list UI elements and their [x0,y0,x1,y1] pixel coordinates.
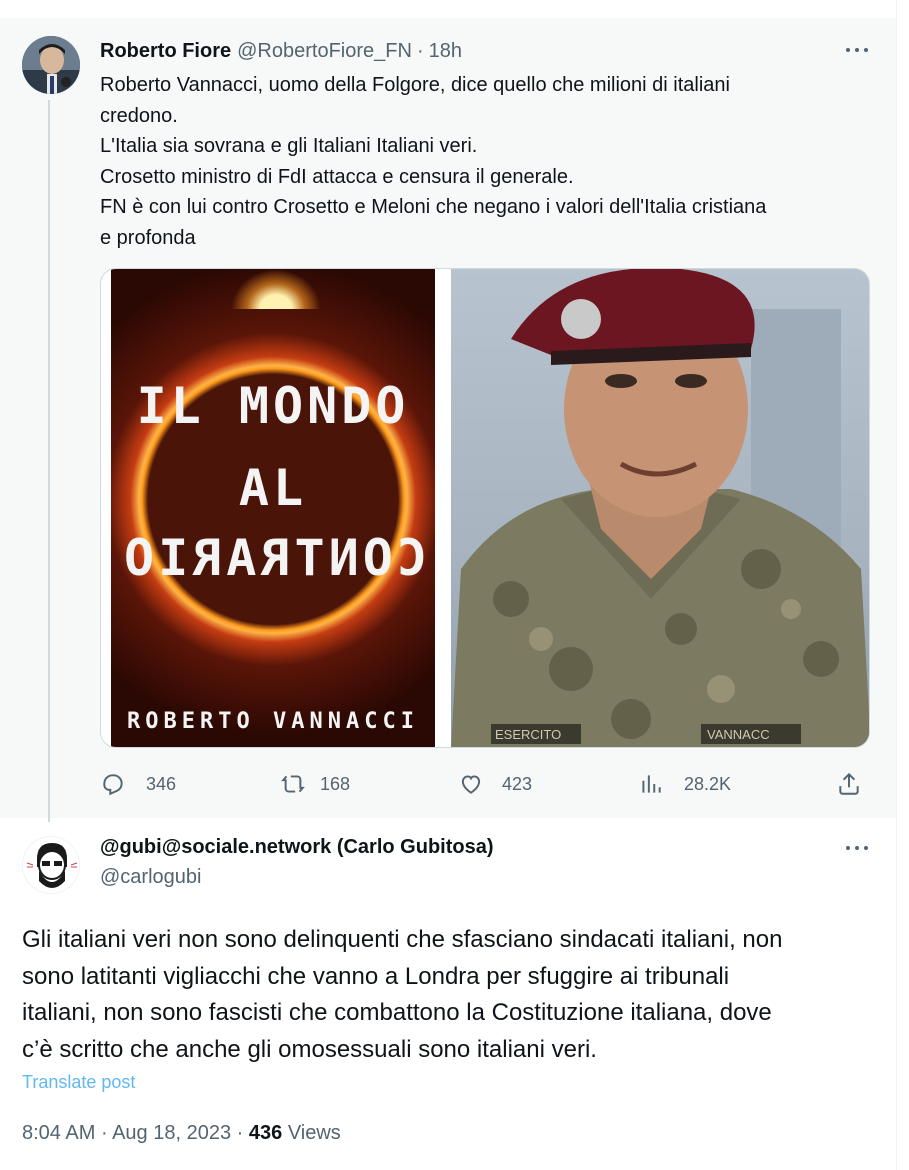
author-handle[interactable]: @carlogubi [100,866,201,889]
like-count: 423 [502,773,533,794]
post-time[interactable]: 8:04 AM [22,1122,95,1144]
book-title-line: CONTRARIO [111,529,435,587]
separator-dot: · [416,39,424,62]
patch-right-text: VANNACC [707,727,770,742]
text-line: sono latitanti vigliacchi che vanno a Lo… [22,962,730,990]
author-name[interactable]: Roberto Fiore [100,40,231,63]
text-line: L'Italia sia sovrana e gli Italiani Ital… [100,135,478,158]
parent-post-text: Roberto Vannacci, uomo della Folgore, di… [100,70,880,254]
book-author: ROBERTO VANNACCI [127,709,419,734]
text-line: e profonda [100,226,196,249]
text-line: FN è con lui contro Crosetto e Meloni ch… [100,196,767,219]
reply-count: 346 [146,773,177,794]
heart-icon [461,775,481,794]
views-count: 28.2K [684,773,732,794]
text-line: c’è scritto che anche gli omosessuali so… [22,1035,597,1063]
post-time[interactable]: 18h [429,40,462,63]
reply-icon [103,774,123,796]
analytics-icon [642,775,661,793]
book-title-line: AL [238,459,308,517]
text-line: Crosetto ministro di FdI attacca e censu… [100,165,574,188]
author-handle[interactable]: @RobertoFiore_FN [237,40,412,63]
text-line: credono. [100,104,178,127]
author-name[interactable]: @gubi@sociale.network (Carlo Gubitosa) [100,836,494,859]
repost-count: 168 [320,773,351,794]
page-right-border [896,0,897,1170]
post-media[interactable]: IL MONDO AL CONTRARIO ROBERTO VANNACCI E… [100,268,870,748]
views-button[interactable]: 28.2K [638,766,731,802]
book-cover-image[interactable]: IL MONDO AL CONTRARIO ROBERTO VANNACCI [111,269,435,747]
repost-icon [281,775,305,793]
general-photo[interactable]: ESERCITO VANNACC [451,269,869,747]
soldier-illustration: ESERCITO VANNACC [451,269,869,747]
translate-post-link[interactable]: Translate post [22,1072,135,1093]
post-metadata: 8:04 AM · Aug 18, 2023 · 436 Views [22,1122,341,1145]
thread-connector-line [48,100,50,822]
views-label: Views [287,1122,341,1144]
parent-post-header: Roberto Fiore @RobertoFiore_FN · 18h [100,38,462,64]
avatar-illustration [23,837,79,893]
like-button[interactable]: 423 [458,766,532,802]
media-divider [435,269,451,747]
post-date[interactable]: Aug 18, 2023 [112,1122,231,1144]
more-icon[interactable] [842,40,872,60]
book-title-line: IL MONDO [136,377,410,435]
separator-dot: · [100,1122,108,1144]
author-avatar[interactable] [22,36,80,94]
share-icon [839,772,859,795]
text-line: Roberto Vannacci, uomo della Folgore, di… [100,74,730,96]
text-line: italiani, non sono fascisti che combatto… [22,999,772,1026]
more-icon[interactable] [842,838,872,858]
main-post-text: Gli italiani veri non sono delinquenti c… [22,922,882,1068]
author-avatar[interactable] [22,836,80,894]
separator-dot: · [236,1122,244,1144]
text-line: Gli italiani veri non sono delinquenti c… [22,926,783,953]
reply-button[interactable]: 346 [100,766,176,802]
avatar-photo [22,36,80,94]
share-button[interactable] [836,766,862,802]
book-title-mirrored: CONTRARIO [119,529,427,587]
views-count: 436 [248,1122,283,1144]
eclipse-flare [231,269,321,309]
repost-button[interactable]: 168 [280,766,350,802]
patch-left-text: ESERCITO [495,727,561,742]
